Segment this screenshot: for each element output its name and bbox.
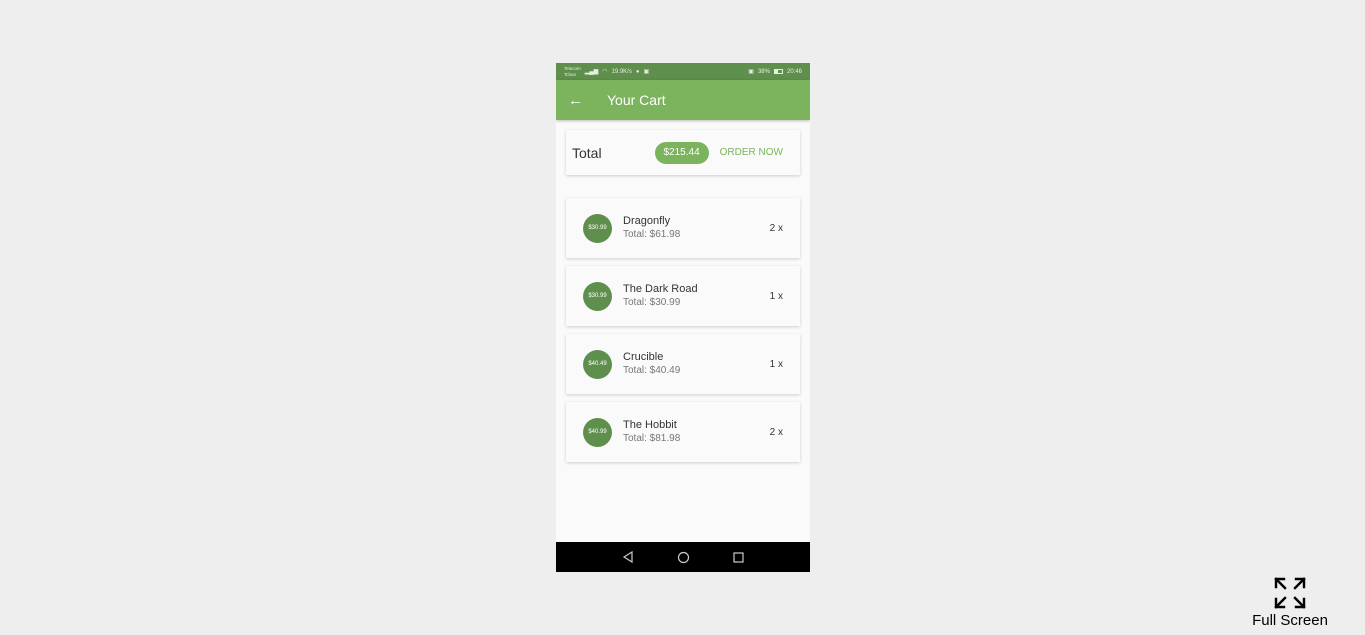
fullscreen-button[interactable]: Full Screen: [1245, 576, 1335, 629]
fullscreen-icon: [1274, 577, 1306, 609]
item-title: Crucible: [623, 351, 664, 363]
item-total: Total: $30.99: [623, 297, 681, 308]
price-avatar: $30.99: [583, 213, 612, 243]
item-text: Crucible Total: $40.49: [623, 350, 770, 378]
nfc-icon: ▣: [748, 69, 754, 75]
cart-item[interactable]: $40.99 The Hobbit Total: $81.98 2 x: [566, 402, 800, 462]
item-quantity: 2 x: [769, 222, 783, 234]
item-text: The Hobbit Total: $81.98: [623, 418, 770, 446]
page-title: Your Cart: [607, 92, 666, 108]
price-avatar: $40.99: [583, 417, 612, 447]
item-total: Total: $40.49: [623, 365, 681, 376]
total-card: Total $215.44 ORDER NOW: [566, 130, 800, 175]
item-title: The Dark Road: [623, 283, 698, 295]
fullscreen-label: Full Screen: [1252, 612, 1328, 629]
total-amount-chip: $215.44: [654, 141, 709, 164]
item-total: Total: $81.98: [623, 433, 681, 444]
item-total: Total: $61.98: [623, 229, 681, 240]
net-speed: 19.9K/s: [611, 68, 632, 75]
battery-icon: [773, 69, 783, 74]
wifi-icon: ◠: [602, 69, 608, 75]
item-text: The Dark Road Total: $30.99: [623, 282, 770, 310]
cart-item[interactable]: $30.99 The Dark Road Total: $30.99 1 x: [566, 266, 800, 326]
carrier-name: Telecom Tchun: [564, 66, 581, 78]
back-arrow-icon[interactable]: ←: [568, 93, 584, 108]
total-label: Total: [572, 144, 602, 161]
order-now-button[interactable]: ORDER NOW: [720, 147, 783, 158]
signal-icon: ▂▄▆: [584, 69, 599, 75]
carrier-line-2: Tchun: [564, 71, 577, 77]
clock: 20:46: [786, 68, 802, 75]
status-left: Telecom Tchun ▂▄▆ ◠ 19.9K/s ● ▣: [564, 66, 649, 78]
phone-screen: Telecom Tchun ▂▄▆ ◠ 19.9K/s ● ▣ ▣ 38% 20…: [556, 63, 810, 572]
price-avatar: $30.99: [583, 281, 612, 311]
price-avatar: $40.49: [583, 349, 612, 379]
linkedin-icon: ▣: [643, 69, 650, 75]
nav-back-icon[interactable]: [621, 550, 635, 564]
battery-percent: 38%: [757, 68, 770, 75]
chat-icon: ●: [635, 68, 640, 75]
item-text: Dragonfly Total: $61.98: [623, 214, 770, 242]
status-right: ▣ 38% 20:46: [748, 68, 802, 76]
cart-item[interactable]: $30.99 Dragonfly Total: $61.98 2 x: [566, 198, 800, 258]
cart-item[interactable]: $40.49 Crucible Total: $40.49 1 x: [566, 334, 800, 394]
item-quantity: 1 x: [769, 290, 783, 302]
item-title: Dragonfly: [623, 215, 671, 227]
item-quantity: 2 x: [769, 426, 783, 438]
app-bar: ← Your Cart: [556, 80, 810, 120]
nav-recents-icon[interactable]: [731, 550, 745, 564]
status-bar: Telecom Tchun ▂▄▆ ◠ 19.9K/s ● ▣ ▣ 38% 20…: [556, 63, 810, 80]
item-title: The Hobbit: [623, 419, 677, 431]
nav-home-icon[interactable]: [676, 550, 690, 564]
android-nav-bar: [556, 542, 810, 572]
item-quantity: 1 x: [769, 358, 783, 370]
